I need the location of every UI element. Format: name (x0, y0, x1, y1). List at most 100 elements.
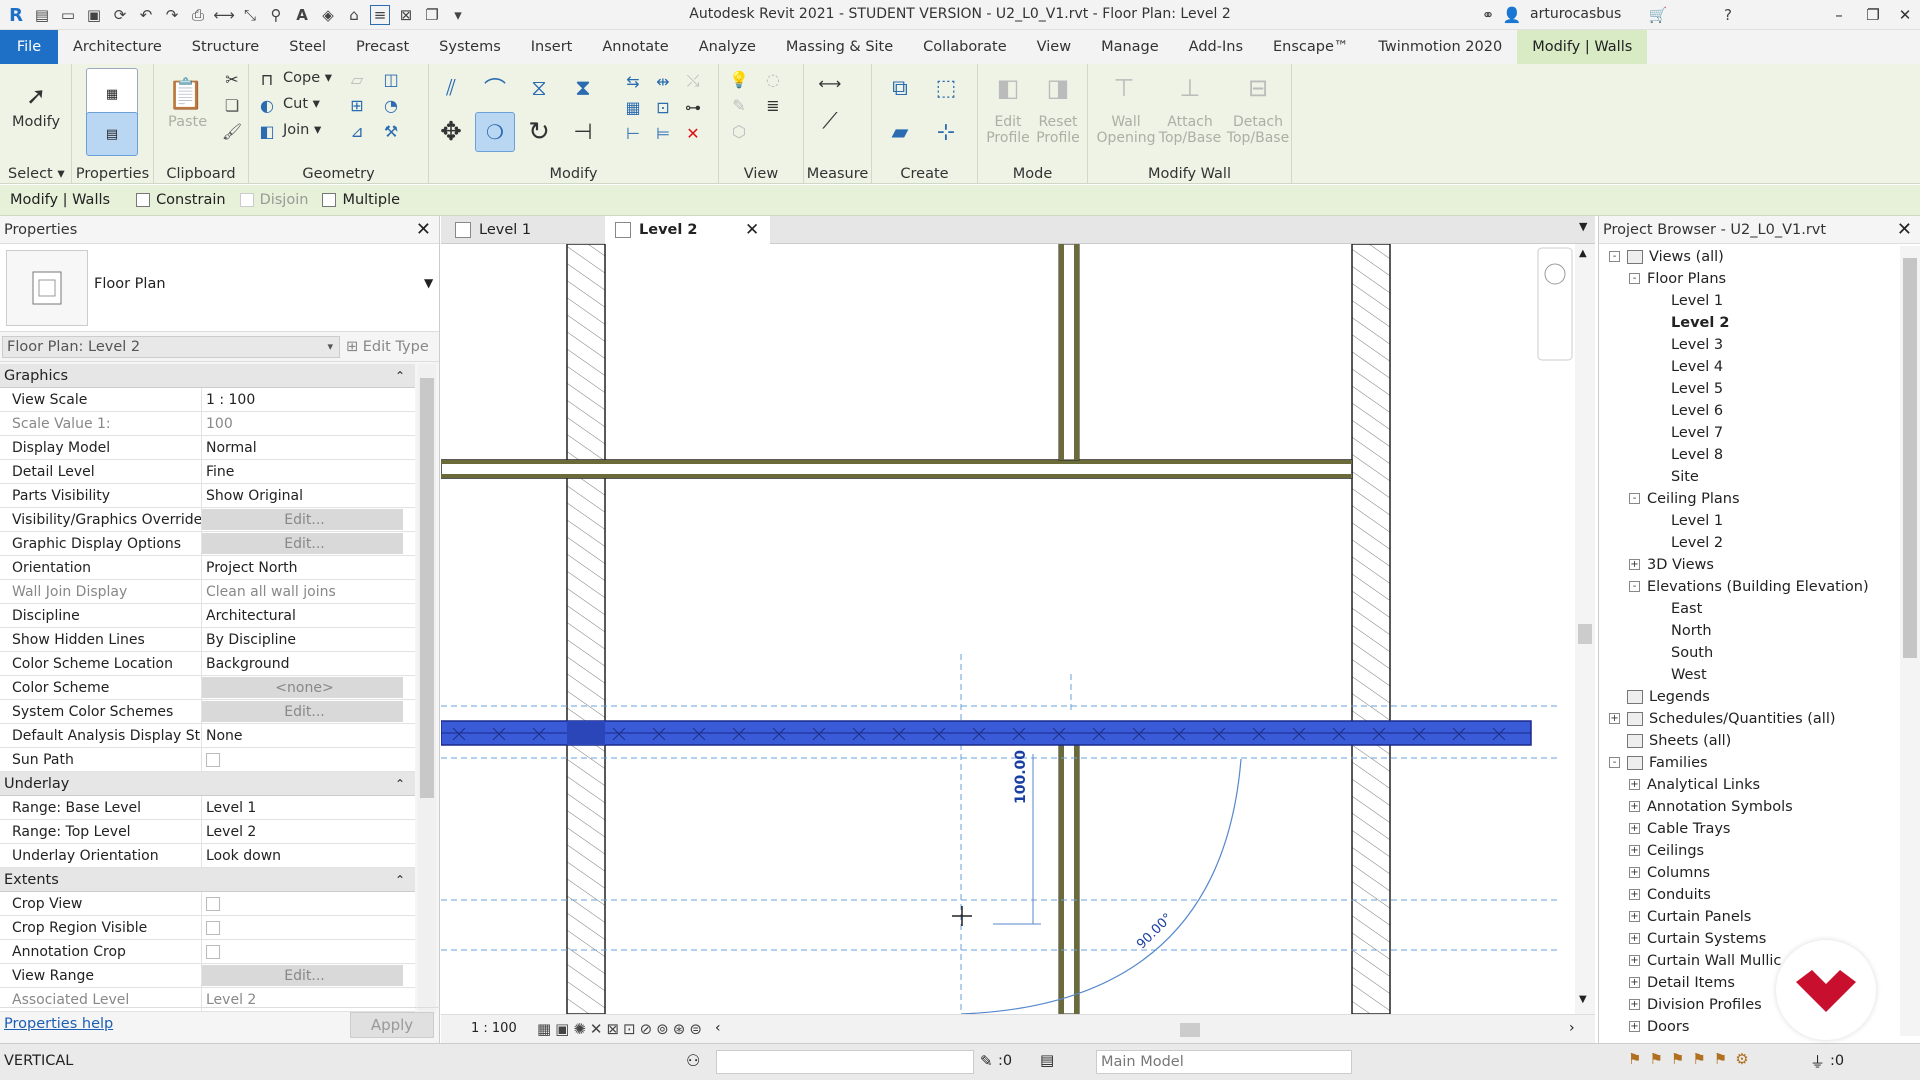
collapse-icon[interactable]: - (1609, 251, 1620, 262)
expand-icon[interactable]: + (1629, 955, 1640, 966)
browser-item[interactable]: - Floor Plans (1599, 268, 1899, 290)
instance-selector[interactable]: Floor Plan: Level 2 ▾ (2, 336, 340, 358)
worksets-icon[interactable]: ⚇ (686, 1051, 700, 1070)
sync-icon[interactable]: ⟳ (110, 5, 130, 25)
binoculars-icon[interactable]: ⚭ (1478, 5, 1498, 25)
modify-button[interactable]: Modify (12, 114, 60, 130)
browser-item[interactable]: + Cable Trays (1599, 818, 1899, 840)
wall-opening-button[interactable]: Wall Opening (1096, 114, 1156, 146)
dimension-value[interactable]: 100.00 (1013, 750, 1029, 804)
selection-box-icon[interactable]: ⬡ (727, 120, 751, 142)
tab-level-2[interactable]: Level 2 ✕ (605, 216, 770, 244)
copy-element-icon[interactable]: ❍ (475, 112, 515, 152)
create-parts-icon[interactable]: ⬚ (926, 68, 966, 108)
cut-clipboard-icon[interactable]: ✂ (220, 68, 244, 90)
join-button[interactable]: Join ▾ (283, 122, 321, 138)
navigation-bar[interactable] (1537, 247, 1573, 361)
property-value[interactable]: Show Original (202, 484, 415, 507)
expand-icon[interactable]: + (1629, 1021, 1640, 1032)
redo-icon[interactable]: ↷ (162, 5, 182, 25)
expand-icon[interactable]: + (1629, 801, 1640, 812)
help-icon[interactable]: ? (1718, 5, 1738, 25)
property-checkbox[interactable] (202, 892, 415, 915)
detach-icon[interactable]: ⊟ (1238, 68, 1278, 108)
view-scale[interactable]: 1 : 100 (471, 1021, 517, 1036)
split-face-icon[interactable]: ◫ (379, 68, 403, 90)
ribbon-tab-annotate[interactable]: Annotate (587, 30, 683, 64)
thin-lines-icon[interactable]: ≡ (370, 5, 390, 25)
property-edit-button[interactable]: Edit... (202, 701, 403, 722)
expand-icon[interactable]: + (1609, 713, 1620, 724)
beam-join-icon[interactable]: ⊿ (345, 120, 369, 142)
paste-icon[interactable]: 📋 (160, 68, 212, 120)
join-icon[interactable]: ◧ (255, 120, 279, 142)
properties-scrollbar[interactable] (418, 364, 436, 1014)
3d-view-icon[interactable]: ◈ (318, 5, 338, 25)
property-edit-button[interactable]: Edit... (202, 965, 403, 986)
switch-windows-icon[interactable]: ❐ (422, 5, 442, 25)
create-group-icon[interactable]: ▰ (880, 112, 920, 152)
ribbon-tab-insert[interactable]: Insert (516, 30, 588, 64)
browser-item[interactable]: Level 1 (1599, 290, 1899, 312)
collapse-icon[interactable]: - (1609, 757, 1620, 768)
apply-button[interactable]: Apply (350, 1012, 434, 1038)
cut-button[interactable]: Cut ▾ (283, 96, 320, 112)
ribbon-tab-structure[interactable]: Structure (177, 30, 274, 64)
design-option-dropdown[interactable]: Main Model (1096, 1050, 1352, 1074)
ribbon-tab-steel[interactable]: Steel (274, 30, 341, 64)
multiple-checkbox[interactable]: Multiple (322, 192, 400, 208)
type-selector[interactable]: Floor Plan ▼ (0, 244, 439, 332)
move-icon[interactable]: ✥ (431, 112, 471, 152)
browser-item[interactable]: + Columns (1599, 862, 1899, 884)
disjoin-checkbox[interactable]: Disjoin (239, 192, 308, 208)
measure-distance-icon[interactable]: ⟷ (810, 72, 850, 94)
browser-item[interactable]: Level 2 (1599, 312, 1899, 334)
trim-multiple-icon[interactable]: ⊨ (651, 122, 675, 144)
properties-help-link[interactable]: Properties help (4, 1016, 113, 1032)
text-icon[interactable]: A (292, 5, 312, 25)
reset-profile-button[interactable]: Reset Profile (1036, 114, 1080, 146)
panel-label-select[interactable]: Select ▾ (0, 166, 71, 182)
offset-icon[interactable]: ⌒ (475, 68, 515, 108)
ribbon-tab-collaborate[interactable]: Collaborate (908, 30, 1021, 64)
browser-item[interactable]: +3D Views (1599, 554, 1899, 576)
property-value[interactable]: Level 1 (202, 796, 415, 819)
ribbon-tab-file[interactable]: File (0, 30, 58, 64)
align-icon[interactable]: ⫽ (431, 68, 471, 108)
cope-icon[interactable]: ⊓ (255, 68, 279, 90)
browser-item[interactable]: + Curtain Panels (1599, 906, 1899, 928)
property-checkbox[interactable] (202, 916, 415, 939)
ribbon-tab-add-ins[interactable]: Add-Ins (1174, 30, 1258, 64)
ribbon-tab-massing-site[interactable]: Massing & Site (771, 30, 908, 64)
property-value[interactable]: Normal (202, 436, 415, 459)
property-value[interactable]: Architectural (202, 604, 415, 627)
split-gap-icon[interactable]: ⇹ (651, 70, 675, 92)
edit-type-button[interactable]: ⊞ Edit Type (346, 332, 429, 362)
property-value[interactable]: By Discipline (202, 628, 415, 651)
tab-level-1[interactable]: Level 1 (445, 216, 605, 244)
expand-icon[interactable]: + (1629, 823, 1640, 834)
browser-item[interactable]: Level 7 (1599, 422, 1899, 444)
close-browser-icon[interactable]: ✕ (1897, 216, 1912, 244)
property-checkbox[interactable] (202, 940, 415, 963)
collapse-icon[interactable]: ⌃ (395, 868, 405, 892)
selection-settings-icons[interactable]: ⚑⚑⚑⚑⚑⚙ (1628, 1050, 1757, 1068)
group-graphics[interactable]: Graphics ⌃ (0, 364, 415, 388)
ribbon-tab-systems[interactable]: Systems (424, 30, 516, 64)
properties-toggle-icon[interactable]: ▤ (86, 112, 138, 156)
browser-item[interactable]: - Elevations (Building Elevation) (1599, 576, 1899, 598)
create-similar-icon[interactable]: ⊹ (926, 112, 966, 152)
browser-item[interactable]: - Views (all) (1599, 246, 1899, 268)
property-edit-button[interactable]: Edit... (202, 533, 403, 554)
user-icon[interactable]: 👤 (1502, 5, 1522, 25)
ribbon-tab-manage[interactable]: Manage (1086, 30, 1174, 64)
edit-profile-button[interactable]: Edit Profile (986, 114, 1030, 146)
property-checkbox[interactable] (202, 748, 415, 771)
user-name[interactable]: arturocasbus (1530, 6, 1660, 22)
minimize-icon[interactable]: – (1822, 2, 1856, 28)
dimension-icon[interactable]: ⤡ (240, 5, 260, 25)
delete-icon[interactable]: ✕ (681, 122, 705, 144)
tabs-menu-icon[interactable]: ▼ (1579, 220, 1587, 233)
cope-button[interactable]: Cope ▾ (283, 70, 332, 86)
browser-item[interactable]: + Analytical Links (1599, 774, 1899, 796)
